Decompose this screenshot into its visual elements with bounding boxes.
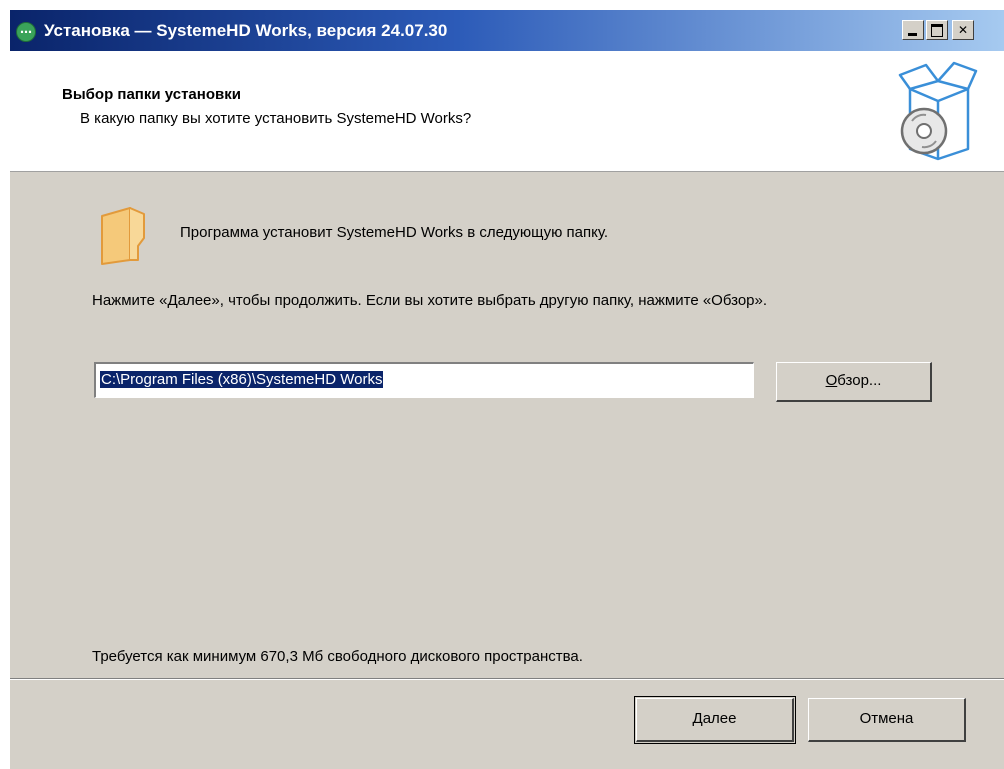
maximize-button[interactable] <box>926 20 948 40</box>
next-accel-key: Д <box>692 710 703 727</box>
wizard-body: Программа установит SystemeHD Works в сл… <box>10 172 1004 668</box>
cancel-button[interactable]: Отмена <box>808 698 966 742</box>
title-bar[interactable]: ⋯ Установка — SystemeHD Works, версия 24… <box>10 10 1004 51</box>
install-path-input[interactable]: C:\Program Files (x86)\SystemeHD Works <box>94 362 754 398</box>
next-label: алее <box>702 710 737 727</box>
folder-description: Программа установит SystemeHD Works в сл… <box>180 224 609 241</box>
minimize-icon <box>908 33 917 36</box>
close-icon: ✕ <box>957 23 969 37</box>
close-button[interactable]: ✕ <box>952 20 974 40</box>
wizard-header: Выбор папки установки В какую папку вы х… <box>10 51 1004 172</box>
minimize-button[interactable] <box>902 20 924 40</box>
browse-label: бзор... <box>837 372 882 389</box>
browse-button[interactable]: Обзор... <box>776 362 932 402</box>
browse-accel-key: О <box>825 372 838 389</box>
app-icon: ⋯ <box>16 22 36 42</box>
page-subtitle: В какую папку вы хотите установить Syste… <box>80 110 472 127</box>
window-title: Установка — SystemeHD Works, версия 24.0… <box>44 21 448 40</box>
next-button[interactable]: Далее <box>636 698 794 742</box>
page-title: Выбор папки установки <box>62 86 241 103</box>
folder-icon <box>101 207 145 265</box>
install-path-value: C:\Program Files (x86)\SystemeHD Works <box>100 371 384 388</box>
disk-space-requirement: Требуется как минимум 670,3 Мб свободног… <box>92 648 583 665</box>
installer-window: ⋯ Установка — SystemeHD Works, версия 24… <box>10 10 1004 769</box>
install-box-cd-icon <box>898 61 978 161</box>
footer-divider-highlight <box>10 679 1004 680</box>
instruction-text: Нажмите «Далее», чтобы продолжить. Если … <box>92 292 768 309</box>
maximize-icon <box>931 24 943 37</box>
